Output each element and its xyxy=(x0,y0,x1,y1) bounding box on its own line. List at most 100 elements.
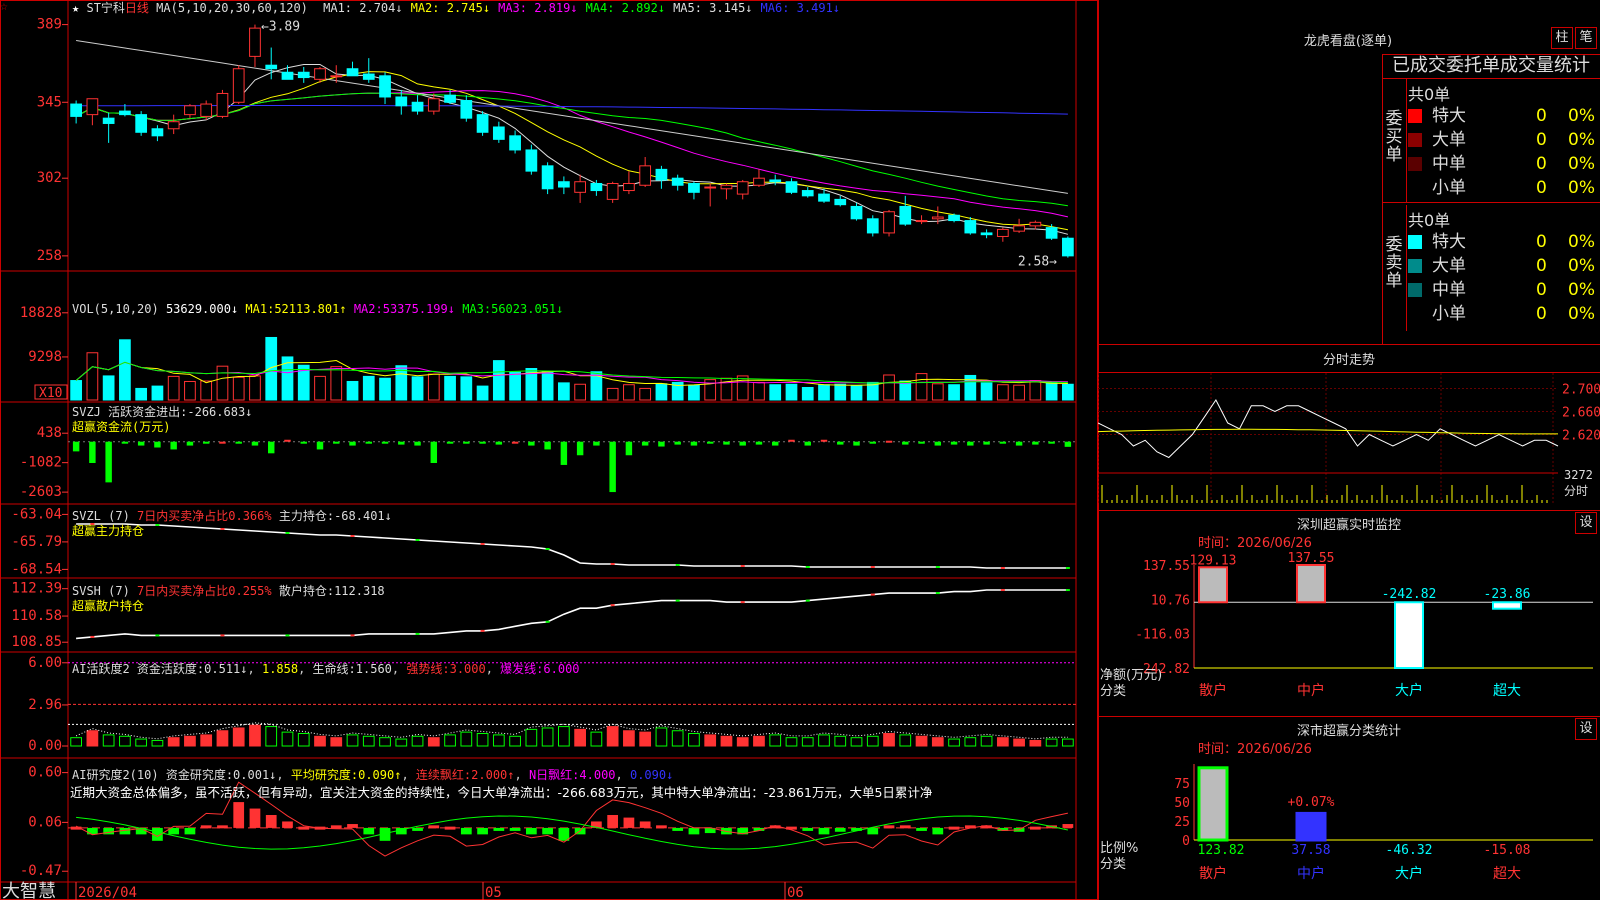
activity-bar xyxy=(167,737,180,747)
fund-bar xyxy=(333,441,340,444)
fund-bar xyxy=(723,441,730,445)
y-tick-label: 389 xyxy=(37,17,62,33)
holding-tick xyxy=(1000,589,1005,592)
holding-tick xyxy=(480,629,485,632)
ratio-bar xyxy=(1295,811,1327,842)
candle xyxy=(167,121,180,130)
main-chart[interactable]: 389 345 302 258 ←3.89 2.58→ 18828 9298 X10 438 -10… xyxy=(0,0,1098,900)
bar-value-label: -23.86 xyxy=(1484,587,1531,602)
buy-row-l: 大单 0 0% xyxy=(1408,129,1600,151)
activity-bar xyxy=(379,737,391,747)
fund-bar xyxy=(837,441,844,445)
category-label: 中户 xyxy=(1297,682,1325,699)
frame xyxy=(0,0,1098,900)
holding-tick xyxy=(610,604,615,607)
research-bar xyxy=(899,825,911,829)
holding-tick xyxy=(415,632,420,635)
fund-bar xyxy=(999,441,1007,444)
svzl-label: 主力持仓: xyxy=(278,509,335,523)
holding-tick xyxy=(155,524,160,526)
fund-bar xyxy=(121,441,129,444)
holding-tick xyxy=(870,566,875,568)
candle xyxy=(623,182,635,192)
category-label: 散户 xyxy=(1199,865,1227,882)
volume-bar xyxy=(86,352,99,401)
candle xyxy=(249,27,261,57)
period-label[interactable]: 日线 xyxy=(125,1,149,15)
holding-tick xyxy=(90,635,95,638)
y-tick-label: 75 xyxy=(1174,777,1190,792)
activity-bar xyxy=(362,735,375,747)
activity-bar xyxy=(297,733,310,747)
activity-bar xyxy=(720,735,733,747)
candle xyxy=(395,96,408,107)
volume-bar xyxy=(850,385,863,401)
fund-bar xyxy=(674,441,681,445)
star-icon[interactable]: ★ xyxy=(72,1,79,15)
fund-bar xyxy=(381,441,389,444)
ai2-val4: 4.000 xyxy=(579,768,616,782)
activity-bar xyxy=(541,727,554,747)
research-bar xyxy=(233,802,245,828)
x-label: 分类 xyxy=(1100,684,1126,699)
activity-bar xyxy=(671,730,684,747)
volume-bar xyxy=(184,380,196,401)
activity-bar xyxy=(785,737,798,747)
activity-bar xyxy=(1013,738,1025,747)
research-bar xyxy=(607,815,619,828)
fund-bar xyxy=(300,441,307,444)
volume-bar xyxy=(1045,382,1058,401)
research-bar xyxy=(834,827,846,832)
candle xyxy=(330,75,343,78)
activity-bar xyxy=(151,739,164,747)
candle xyxy=(801,190,814,197)
monitor-chart[interactable]: 137.55 10.76 -116.03 -242.82 净额(万元)分类 129.13 散… xyxy=(1098,535,1600,715)
volume-bar xyxy=(1013,384,1025,401)
candle xyxy=(834,198,847,206)
svsh-label: 散户持仓: xyxy=(278,584,335,598)
volume-bar xyxy=(964,374,977,401)
tick-mode-button[interactable]: 笔 xyxy=(1575,27,1597,49)
fund-bar xyxy=(625,441,633,456)
stat-title: 深市超赢分类统计 xyxy=(1296,724,1401,739)
ai2-val5: 0.090↓ xyxy=(629,768,674,782)
vol-ma2: 53375.199↓ xyxy=(382,302,455,316)
volume-bar xyxy=(427,373,440,401)
ai1-title: AI活跃度2 xyxy=(72,662,130,676)
candle xyxy=(948,214,960,222)
intraday-chart[interactable]: 2.700 2.660 2.620 3272 分时 xyxy=(1098,373,1600,507)
right-panel: 龙虎看盘(逐单) 柱 笔 已成交委托单成交量统计 委买单 共0单 特大 0 0% 大… xyxy=(1098,0,1600,900)
bar-mode-button[interactable]: 柱 xyxy=(1551,27,1573,49)
holding-tick xyxy=(1000,567,1005,569)
volume-bar xyxy=(330,366,343,401)
y-tick-label: 110.58 xyxy=(11,608,62,624)
category-label: 超大 xyxy=(1493,683,1521,699)
fund-bar xyxy=(950,441,958,445)
stock-name[interactable]: ST宁科 xyxy=(86,1,124,15)
bar-value-label: -46.32 xyxy=(1386,843,1433,858)
ma-line-1 xyxy=(75,64,1069,235)
svsh-sub2: 超赢散户持仓 xyxy=(72,599,145,613)
swatch-icon xyxy=(1408,283,1422,297)
fund-bar xyxy=(186,441,194,446)
volume-bar xyxy=(655,383,668,401)
category-label: 散户 xyxy=(1199,682,1227,699)
activity-bar xyxy=(639,731,652,747)
fund-bar xyxy=(284,439,291,442)
sell-count: 共0单 xyxy=(1408,211,1451,230)
fund-bar xyxy=(934,441,942,446)
volume-bar xyxy=(574,383,586,401)
fund-bar xyxy=(105,441,112,483)
candle xyxy=(541,165,554,190)
research-bar xyxy=(265,815,277,828)
stat-settings-button[interactable]: 设 xyxy=(1575,718,1597,740)
volume-bar xyxy=(818,384,830,401)
monitor-settings-button[interactable]: 设 xyxy=(1575,512,1597,534)
stat-chart[interactable]: 75 50 25 0 比例%分类 123.82 散户 37.58 中户 -46.32 大户 -15.0… xyxy=(1098,740,1600,900)
candle xyxy=(655,168,668,181)
candle xyxy=(769,179,782,183)
nav-arrow-icon[interactable]: ☆ xyxy=(0,0,10,14)
activity-bar xyxy=(769,734,782,747)
y-tick-label: -116.03 xyxy=(1135,628,1190,643)
candle xyxy=(720,184,733,190)
